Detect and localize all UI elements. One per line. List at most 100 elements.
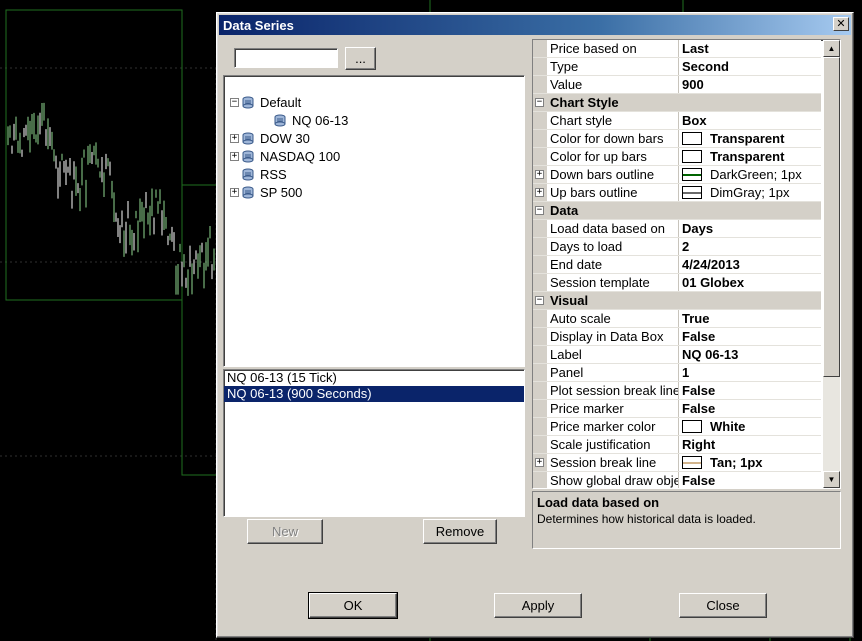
- property-row[interactable]: Price based on Last: [533, 40, 821, 58]
- property-category[interactable]: − Visual: [533, 292, 821, 310]
- property-value[interactable]: Transparent: [679, 130, 821, 147]
- property-value[interactable]: White: [679, 418, 821, 435]
- tree-node[interactable]: − Default: [230, 94, 301, 111]
- tree-node[interactable]: + NASDAQ 100: [230, 148, 340, 165]
- property-row[interactable]: End date 4/24/2013: [533, 256, 821, 274]
- property-value[interactable]: False: [679, 400, 821, 417]
- property-value[interactable]: Days: [679, 220, 821, 237]
- property-row[interactable]: Days to load 2: [533, 238, 821, 256]
- property-row[interactable]: + Down bars outline DarkGreen; 1px: [533, 166, 821, 184]
- property-gutter: [533, 112, 547, 129]
- dialog-title-bar[interactable]: Data Series ✕: [219, 15, 851, 35]
- property-grid[interactable]: Price based on Last Type Second Value 900− Cha…: [532, 39, 841, 489]
- property-value-text: Box: [682, 113, 707, 128]
- property-gutter: [533, 346, 547, 363]
- property-value[interactable]: True: [679, 310, 821, 327]
- data-series-list[interactable]: NQ 06-13 (15 Tick) NQ 06-13 (900 Seconds): [223, 369, 525, 517]
- property-gutter: [533, 76, 547, 93]
- property-value[interactable]: Transparent: [679, 148, 821, 165]
- property-value-text: 01 Globex: [682, 275, 745, 290]
- expand-plus-icon[interactable]: +: [230, 152, 239, 161]
- property-row[interactable]: Scale justification Right: [533, 436, 821, 454]
- property-row[interactable]: Session template 01 Globex: [533, 274, 821, 292]
- scroll-thumb[interactable]: [823, 57, 840, 377]
- property-gutter: [533, 436, 547, 453]
- property-row[interactable]: + Session break line Tan; 1px: [533, 454, 821, 472]
- property-value[interactable]: 01 Globex: [679, 274, 821, 291]
- property-name: Chart style: [547, 112, 679, 129]
- scroll-down-arrow-icon[interactable]: ▼: [823, 471, 840, 488]
- property-category[interactable]: − Chart Style: [533, 94, 821, 112]
- expand-plus-icon[interactable]: +: [535, 458, 544, 467]
- property-value-text: Last: [682, 41, 709, 56]
- close-button[interactable]: Close: [679, 593, 767, 618]
- expand-plus-icon[interactable]: +: [535, 170, 544, 179]
- expand-plus-icon[interactable]: +: [535, 188, 544, 197]
- close-icon[interactable]: ✕: [833, 17, 849, 31]
- database-icon: [242, 132, 254, 145]
- property-row[interactable]: Auto scale True: [533, 310, 821, 328]
- expand-plus-icon[interactable]: +: [230, 188, 239, 197]
- property-row[interactable]: Chart style Box: [533, 112, 821, 130]
- property-value[interactable]: DimGray; 1px: [679, 184, 821, 201]
- property-value[interactable]: Tan; 1px: [679, 454, 821, 471]
- property-gutter: [533, 256, 547, 273]
- tree-node[interactable]: + SP 500: [230, 184, 302, 201]
- property-value[interactable]: False: [679, 472, 821, 488]
- series-list-item[interactable]: NQ 06-13 (15 Tick): [224, 370, 524, 386]
- property-row[interactable]: Plot session break line False: [533, 382, 821, 400]
- property-value[interactable]: 1: [679, 364, 821, 381]
- property-name: Display in Data Box: [547, 328, 679, 345]
- property-row[interactable]: + Up bars outline DimGray; 1px: [533, 184, 821, 202]
- series-list-item[interactable]: NQ 06-13 (900 Seconds): [224, 386, 524, 402]
- property-row[interactable]: Load data based on Days: [533, 220, 821, 238]
- property-name: Plot session break line: [547, 382, 679, 399]
- property-value[interactable]: Right: [679, 436, 821, 453]
- property-value[interactable]: Last: [679, 40, 821, 57]
- property-row[interactable]: Color for up bars Transparent: [533, 148, 821, 166]
- dialog-title: Data Series: [223, 18, 294, 33]
- property-category[interactable]: − Data: [533, 202, 821, 220]
- property-value[interactable]: 4/24/2013: [679, 256, 821, 273]
- scroll-up-arrow-icon[interactable]: ▲: [823, 40, 840, 57]
- property-value[interactable]: NQ 06-13: [679, 346, 821, 363]
- property-row[interactable]: Panel 1: [533, 364, 821, 382]
- property-row[interactable]: Color for down bars Transparent: [533, 130, 821, 148]
- tree-node[interactable]: NQ 06-13: [262, 112, 348, 129]
- property-row[interactable]: Value 900: [533, 76, 821, 94]
- property-value[interactable]: 900: [679, 76, 821, 93]
- property-row[interactable]: Type Second: [533, 58, 821, 76]
- property-row[interactable]: Price marker color White: [533, 418, 821, 436]
- property-grid-scrollbar[interactable]: ▲ ▼: [823, 40, 840, 488]
- property-gutter: [533, 364, 547, 381]
- collapse-minus-icon[interactable]: −: [535, 98, 544, 107]
- property-row[interactable]: Label NQ 06-13: [533, 346, 821, 364]
- property-value[interactable]: Second: [679, 58, 821, 75]
- property-value[interactable]: Box: [679, 112, 821, 129]
- collapse-minus-icon[interactable]: −: [535, 206, 544, 215]
- new-button[interactable]: New: [247, 519, 323, 544]
- property-value-text: True: [682, 311, 710, 326]
- tree-node[interactable]: RSS: [230, 166, 287, 183]
- instrument-tree[interactable]: − Default NQ 06-13 + DOW 30 + NASDAQ 100 RSS + SP…: [223, 75, 525, 367]
- collapse-minus-icon[interactable]: −: [535, 296, 544, 305]
- property-gutter: [533, 220, 547, 237]
- browse-button[interactable]: ...: [345, 47, 376, 70]
- property-value[interactable]: DarkGreen; 1px: [679, 166, 821, 183]
- expand-plus-icon[interactable]: +: [230, 134, 239, 143]
- property-value[interactable]: 2: [679, 238, 821, 255]
- property-value[interactable]: False: [679, 382, 821, 399]
- property-value[interactable]: False: [679, 328, 821, 345]
- property-name: Up bars outline: [547, 184, 679, 201]
- apply-button[interactable]: Apply: [494, 593, 582, 618]
- property-row[interactable]: Display in Data Box False: [533, 328, 821, 346]
- collapse-minus-icon[interactable]: −: [230, 98, 239, 107]
- property-value-text: DimGray; 1px: [710, 185, 790, 200]
- property-name: Price marker color: [547, 418, 679, 435]
- property-row[interactable]: Show global draw objectsFalse: [533, 472, 821, 488]
- tree-node[interactable]: + DOW 30: [230, 130, 310, 147]
- property-row[interactable]: Price marker False: [533, 400, 821, 418]
- remove-button[interactable]: Remove: [423, 519, 497, 544]
- instrument-search-input[interactable]: [234, 48, 338, 68]
- ok-button[interactable]: OK: [308, 592, 398, 619]
